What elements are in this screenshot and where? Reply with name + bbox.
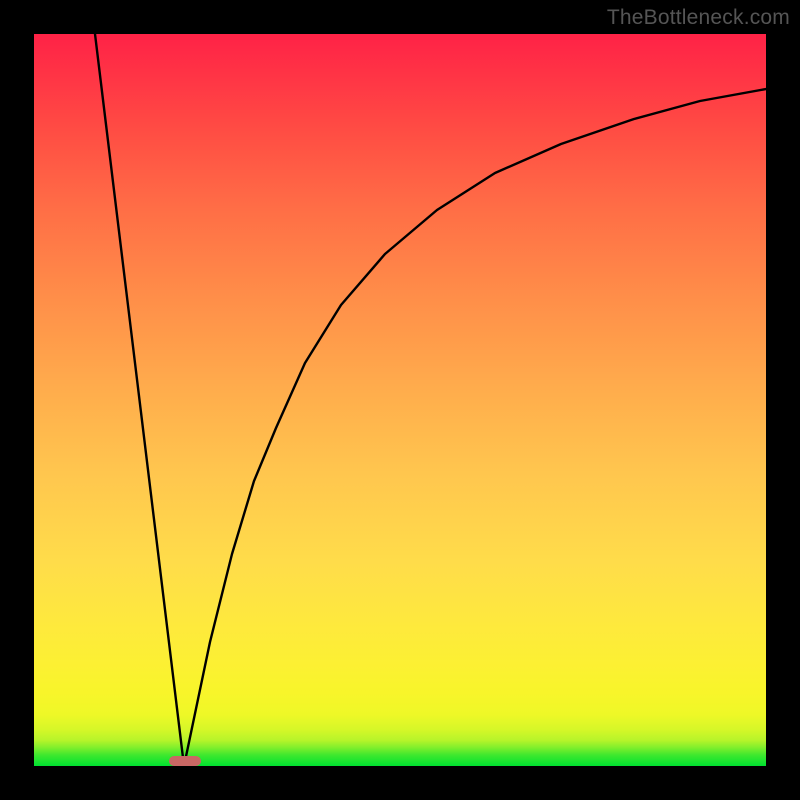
plot-area (34, 34, 766, 766)
chart-frame: TheBottleneck.com (0, 0, 800, 800)
bottleneck-marker (169, 756, 201, 766)
curve-svg (34, 34, 766, 766)
bottleneck-curve (95, 34, 766, 766)
watermark-text: TheBottleneck.com (607, 6, 790, 30)
